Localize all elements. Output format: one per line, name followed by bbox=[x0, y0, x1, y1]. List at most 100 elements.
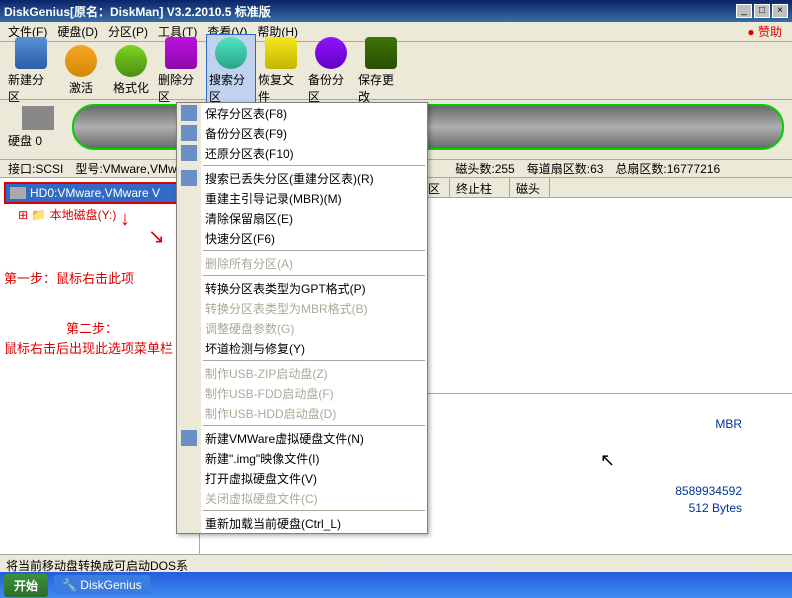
menu-item: 关闭虚拟硬盘文件(C) bbox=[177, 488, 427, 508]
menu-item[interactable]: 搜索已丢失分区(重建分区表)(R) bbox=[177, 168, 427, 188]
tool-save[interactable]: 保存更改 bbox=[356, 35, 406, 107]
menu-item-label: 制作USB-ZIP启动盘(Z) bbox=[205, 365, 328, 382]
activate-icon bbox=[65, 45, 97, 77]
menu-item[interactable]: 快速分区(F6) bbox=[177, 228, 427, 248]
menu-item-label: 重建主引导记录(MBR)(M) bbox=[205, 190, 342, 207]
menu-item-label: 还原分区表(F10) bbox=[205, 145, 294, 162]
menu-item-label: 坏道检测与修复(Y) bbox=[205, 340, 305, 357]
menu-item-label: 打开虚拟硬盘文件(V) bbox=[205, 470, 317, 487]
tool-activate[interactable]: 激活 bbox=[56, 43, 106, 98]
delete-icon bbox=[165, 37, 197, 69]
menu-separator bbox=[203, 425, 425, 426]
tree-hd0[interactable]: HD0:VMware,VMware V bbox=[4, 182, 195, 204]
backup-icon bbox=[315, 37, 347, 69]
tool-new-partition[interactable]: 新建分区 bbox=[6, 35, 56, 107]
menu-disk[interactable]: 硬盘(D) bbox=[53, 21, 102, 42]
menu-item-label: 制作USB-FDD启动盘(F) bbox=[205, 385, 334, 402]
menu-item-label: 清除保留扇区(E) bbox=[205, 210, 293, 227]
new-partition-icon bbox=[15, 37, 47, 69]
menu-item[interactable]: 保存分区表(F8) bbox=[177, 103, 427, 123]
iface-label: 接口:SCSI bbox=[8, 160, 63, 177]
menu-item-label: 制作USB-HDD启动盘(D) bbox=[205, 405, 336, 422]
mouse-cursor: ↖ bbox=[600, 450, 615, 471]
menu-item: 制作USB-FDD启动盘(F) bbox=[177, 383, 427, 403]
menu-item: 删除所有分区(A) bbox=[177, 253, 427, 273]
menu-item: 调整硬盘参数(G) bbox=[177, 318, 427, 338]
menu-item: 制作USB-HDD启动盘(D) bbox=[177, 403, 427, 423]
save-icon bbox=[365, 37, 397, 69]
search-icon bbox=[181, 170, 197, 186]
menu-item-label: 调整硬盘参数(G) bbox=[205, 320, 294, 337]
totalsec-label: 总扇区数:16777216 bbox=[615, 160, 720, 177]
new-icon bbox=[181, 430, 197, 446]
annotation-step3: 鼠标右击后出现此选项菜单栏 bbox=[4, 338, 173, 357]
status-bar: 将当前移动盘转换成可启动DOS系 bbox=[0, 554, 792, 572]
disk-icon bbox=[22, 106, 54, 130]
menu-item-label: 关闭虚拟硬盘文件(C) bbox=[205, 490, 318, 507]
menu-item[interactable]: 清除保留扇区(E) bbox=[177, 208, 427, 228]
menu-separator bbox=[203, 275, 425, 276]
menu-separator bbox=[203, 165, 425, 166]
heads-label: 磁头数:255 bbox=[455, 160, 514, 177]
sponsor-link[interactable]: ● 赞助 bbox=[743, 21, 786, 42]
menu-separator bbox=[203, 250, 425, 251]
menu-item[interactable]: 坏道检测与修复(Y) bbox=[177, 338, 427, 358]
menu-separator bbox=[203, 360, 425, 361]
menu-item: 转换分区表类型为MBR格式(B) bbox=[177, 298, 427, 318]
recover-icon bbox=[265, 37, 297, 69]
annotation-step2: 第二步： bbox=[66, 318, 118, 337]
toolbar: 新建分区 激活 格式化 删除分区 搜索分区 恢复文件 备份分区 保存更改 bbox=[0, 42, 792, 100]
menu-item[interactable]: 新建VMWare虚拟硬盘文件(N) bbox=[177, 428, 427, 448]
context-menu: 保存分区表(F8) 备份分区表(F9) 还原分区表(F10) 搜索已丢失分区(重建分区… bbox=[176, 102, 428, 534]
menu-item[interactable]: 备份分区表(F9) bbox=[177, 123, 427, 143]
search-icon bbox=[215, 37, 247, 69]
menu-item[interactable]: 转换分区表类型为GPT格式(P) bbox=[177, 278, 427, 298]
menu-item-label: 备份分区表(F9) bbox=[205, 125, 287, 142]
col-endcyl[interactable]: 终止柱面 bbox=[450, 178, 510, 197]
tree-local-disk[interactable]: ⊞ 📁 本地磁盘(Y:) bbox=[4, 206, 195, 223]
menu-item[interactable]: 打开虚拟硬盘文件(V) bbox=[177, 468, 427, 488]
menu-item[interactable]: 还原分区表(F10) bbox=[177, 143, 427, 163]
menu-item-label: 搜索已丢失分区(重建分区表)(R) bbox=[205, 170, 374, 187]
menu-item-label: 删除所有分区(A) bbox=[205, 255, 293, 272]
arrow-annotation: ↓ bbox=[120, 208, 130, 231]
close-button[interactable]: × bbox=[772, 4, 788, 18]
minimize-button[interactable]: _ bbox=[736, 4, 752, 18]
col-head2[interactable]: 磁头 bbox=[510, 178, 550, 197]
tool-format[interactable]: 格式化 bbox=[106, 43, 156, 98]
sectors-label: 每道扇区数:63 bbox=[527, 160, 604, 177]
menu-item-label: 转换分区表类型为MBR格式(B) bbox=[205, 300, 368, 317]
menu-item-label: 重新加载当前硬盘(Ctrl_L) bbox=[205, 515, 341, 532]
menu-item[interactable]: 重新加载当前硬盘(Ctrl_L) bbox=[177, 513, 427, 533]
maximize-button[interactable]: □ bbox=[754, 4, 770, 18]
backup-icon bbox=[181, 125, 197, 141]
hdd-icon bbox=[10, 187, 26, 199]
menu-partition[interactable]: 分区(P) bbox=[104, 21, 152, 42]
menu-item: 制作USB-ZIP启动盘(Z) bbox=[177, 363, 427, 383]
titlebar: DiskGenius[原名：DiskMan] V3.2.2010.5 标准版 _… bbox=[0, 0, 792, 22]
restore-icon bbox=[181, 145, 197, 161]
menu-separator bbox=[203, 510, 425, 511]
menu-item-label: 保存分区表(F8) bbox=[205, 105, 287, 122]
tool-delete[interactable]: 删除分区 bbox=[156, 35, 206, 107]
tool-search[interactable]: 搜索分区 bbox=[206, 34, 256, 108]
tool-recover[interactable]: 恢复文件 bbox=[256, 35, 306, 107]
disk-label-box: 硬盘 0 bbox=[8, 104, 68, 155]
menu-item-label: 快速分区(F6) bbox=[205, 230, 275, 247]
taskbar-item-diskgenius[interactable]: 🔧 DiskGenius bbox=[54, 575, 150, 595]
start-button[interactable]: 开始 bbox=[4, 574, 48, 597]
model-label: 型号:VMware,VMwa bbox=[75, 160, 183, 177]
disk-label: 硬盘 0 bbox=[8, 132, 68, 149]
menu-item[interactable]: 新建".img"映像文件(I) bbox=[177, 448, 427, 468]
menu-item-label: 新建".img"映像文件(I) bbox=[205, 450, 320, 467]
tool-backup[interactable]: 备份分区 bbox=[306, 35, 356, 107]
save-icon bbox=[181, 105, 197, 121]
format-icon bbox=[115, 45, 147, 77]
menu-item-label: 转换分区表类型为GPT格式(P) bbox=[205, 280, 366, 297]
arrow-annotation2: ↘ bbox=[148, 224, 165, 249]
taskbar: 开始 🔧 DiskGenius bbox=[0, 572, 792, 598]
menu-item[interactable]: 重建主引导记录(MBR)(M) bbox=[177, 188, 427, 208]
menu-item-label: 新建VMWare虚拟硬盘文件(N) bbox=[205, 430, 364, 447]
disk-tree: HD0:VMware,VMware V ⊞ 📁 本地磁盘(Y:) ↓ ↘ 第一步… bbox=[0, 178, 200, 554]
annotation-step1: 第一步：鼠标右击此项 bbox=[4, 268, 134, 287]
